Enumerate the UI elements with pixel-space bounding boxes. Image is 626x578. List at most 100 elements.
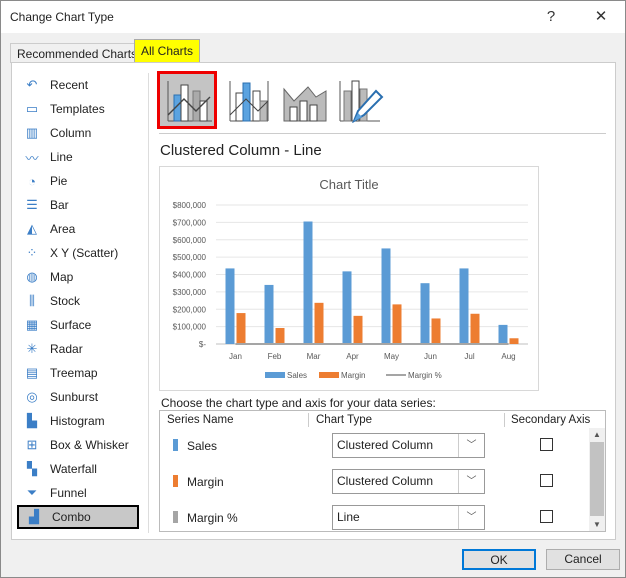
sidebar-item-bar[interactable]: ☰ Bar (17, 193, 139, 217)
legend-swatch (319, 372, 339, 378)
waterfall-icon: ▚ (27, 461, 37, 476)
chevron-down-icon[interactable]: ﹀ (458, 506, 484, 529)
series-row: Margin % Line ﹀ (161, 501, 586, 537)
column-chart-icon: ▥ (25, 125, 39, 140)
sidebar-item-stock[interactable]: ⫼ Stock (17, 289, 139, 313)
bar-sales (420, 283, 430, 344)
bar-margin (470, 313, 480, 344)
thumb-clustered-column-line[interactable] (157, 71, 217, 129)
sidebar-item-label: Sunburst (50, 390, 99, 404)
sidebar-item-label: Pie (50, 174, 68, 188)
combo-secondary-axis-icon (229, 81, 269, 122)
secondary-axis-checkbox[interactable] (540, 510, 553, 523)
series-prompt: Choose the chart type and axis for your … (161, 396, 436, 410)
y-tick-label: $700,000 (173, 218, 207, 227)
sidebar-item-histogram[interactable]: ▙ Histogram (17, 409, 139, 433)
help-button[interactable]: ? (536, 5, 566, 29)
bar-margin (275, 328, 285, 344)
surface-chart-icon: ▦ (25, 317, 39, 332)
sidebar-item-surface[interactable]: ▦ Surface (17, 313, 139, 337)
combo-chart-icon: ▟ (29, 509, 39, 524)
chart-type-select[interactable]: Clustered Column ﹀ (332, 469, 485, 494)
sidebar-item-pie[interactable]: ◔ Pie (17, 169, 139, 193)
area-column-icon (283, 86, 327, 122)
sidebar-item-templates[interactable]: ▭ Templates (17, 97, 139, 121)
bar-sales (498, 324, 508, 344)
ok-button[interactable]: OK (462, 549, 536, 570)
sidebar-item-radar[interactable]: ✳ Radar (17, 337, 139, 361)
custom-combo-pencil-icon (339, 80, 384, 123)
bar-sales (381, 248, 391, 344)
chevron-down-icon[interactable]: ﹀ (458, 434, 484, 457)
sidebar-item-combo[interactable]: ▟ Combo (17, 505, 139, 529)
change-chart-type-dialog: Change Chart Type ? ✕ Recommended Charts… (0, 0, 626, 578)
sidebar-item-label: X Y (Scatter) (50, 246, 119, 260)
line-chart-icon: 〰 (25, 150, 39, 166)
sidebar-item-label: Treemap (50, 366, 98, 380)
chart-preview: Chart Title $- $100,000 $200,000 $300,000 $40… (159, 166, 539, 391)
secondary-axis-checkbox[interactable] (540, 438, 553, 451)
treemap-icon: ▤ (25, 365, 39, 380)
series-color-swatch (173, 511, 178, 523)
pie-chart-icon: ◔ (28, 173, 36, 189)
series-scrollbar[interactable]: ▲ ▼ (589, 428, 605, 531)
sidebar-item-waterfall[interactable]: ▚ Waterfall (17, 457, 139, 481)
sidebar-item-line[interactable]: 〰 Line (17, 145, 139, 169)
sidebar-item-label: Templates (50, 102, 105, 116)
tab-recommended-charts[interactable]: Recommended Charts (10, 43, 145, 63)
recent-icon: ↶ (26, 77, 38, 92)
legend-label: Sales (287, 371, 307, 380)
cancel-button[interactable]: Cancel (546, 549, 620, 570)
sidebar-item-funnel[interactable]: ⏷ Funnel (17, 481, 139, 505)
chart-type-select[interactable]: Clustered Column ﹀ (332, 433, 485, 458)
tab-all-charts[interactable]: All Charts (134, 39, 201, 63)
thumb-custom-combination[interactable] (331, 71, 391, 129)
close-button[interactable]: ✕ (586, 5, 616, 29)
secondary-axis-checkbox[interactable] (540, 474, 553, 487)
y-tick-label: $400,000 (173, 271, 207, 280)
sidebar-item-map[interactable]: ◍ Map (17, 265, 139, 289)
chart-type-value: Clustered Column (337, 474, 434, 488)
series-name: Margin % (187, 511, 238, 525)
x-tick-label: Jan (229, 352, 242, 361)
legend-label: Margin (341, 371, 365, 380)
bar-sales (225, 268, 235, 344)
sidebar-item-x-y-scatter-[interactable]: ⁘ X Y (Scatter) (17, 241, 139, 265)
sidebar-item-treemap[interactable]: ▤ Treemap (17, 361, 139, 385)
thumb-stacked-area-column[interactable] (275, 71, 335, 129)
header-secondary-axis: Secondary Axis (511, 414, 591, 426)
legend-label: Margin % (408, 371, 442, 380)
sidebar-item-label: Column (50, 126, 92, 140)
combo-column-line-icon (167, 81, 212, 122)
bar-margin (314, 302, 324, 344)
series-row: Sales Clustered Column ﹀ (161, 429, 586, 465)
series-name: Sales (187, 439, 218, 453)
sidebar-item-label: Histogram (50, 414, 105, 428)
x-tick-label: Aug (501, 352, 515, 361)
sidebar-item-label: Line (50, 150, 73, 164)
sidebar-item-label: Waterfall (50, 462, 97, 476)
sidebar-item-area[interactable]: ◭ Area (17, 217, 139, 241)
sidebar-item-label: Surface (50, 318, 92, 332)
bar-margin (353, 315, 363, 344)
y-tick-label: $600,000 (173, 236, 207, 245)
sidebar-item-sunburst[interactable]: ◎ Sunburst (17, 385, 139, 409)
thumb-clustered-column-line-secondary[interactable] (219, 71, 279, 129)
chevron-down-icon[interactable]: ﹀ (458, 470, 484, 493)
sidebar-item-column[interactable]: ▥ Column (17, 121, 139, 145)
bar-sales (342, 271, 352, 344)
sidebar-item-label: Recent (50, 78, 89, 92)
y-tick-label: $800,000 (173, 201, 207, 210)
sidebar-item-box-whisker[interactable]: ⊞ Box & Whisker (17, 433, 139, 457)
bar-margin (431, 318, 441, 344)
series-color-swatch (173, 475, 178, 487)
y-tick-label: $100,000 (173, 323, 207, 332)
y-tick-label: $- (199, 340, 206, 349)
bar-sales (264, 284, 274, 344)
y-tick-label: $200,000 (173, 305, 207, 314)
sidebar-item-label: Box & Whisker (50, 438, 129, 452)
chart-type-select[interactable]: Line ﹀ (332, 505, 485, 530)
chart-svg: Chart Title $- $100,000 $200,000 $300,000 $40… (173, 177, 528, 380)
sidebar-item-recent[interactable]: ↶ Recent (17, 73, 139, 97)
sidebar-item-label: Bar (50, 198, 69, 212)
